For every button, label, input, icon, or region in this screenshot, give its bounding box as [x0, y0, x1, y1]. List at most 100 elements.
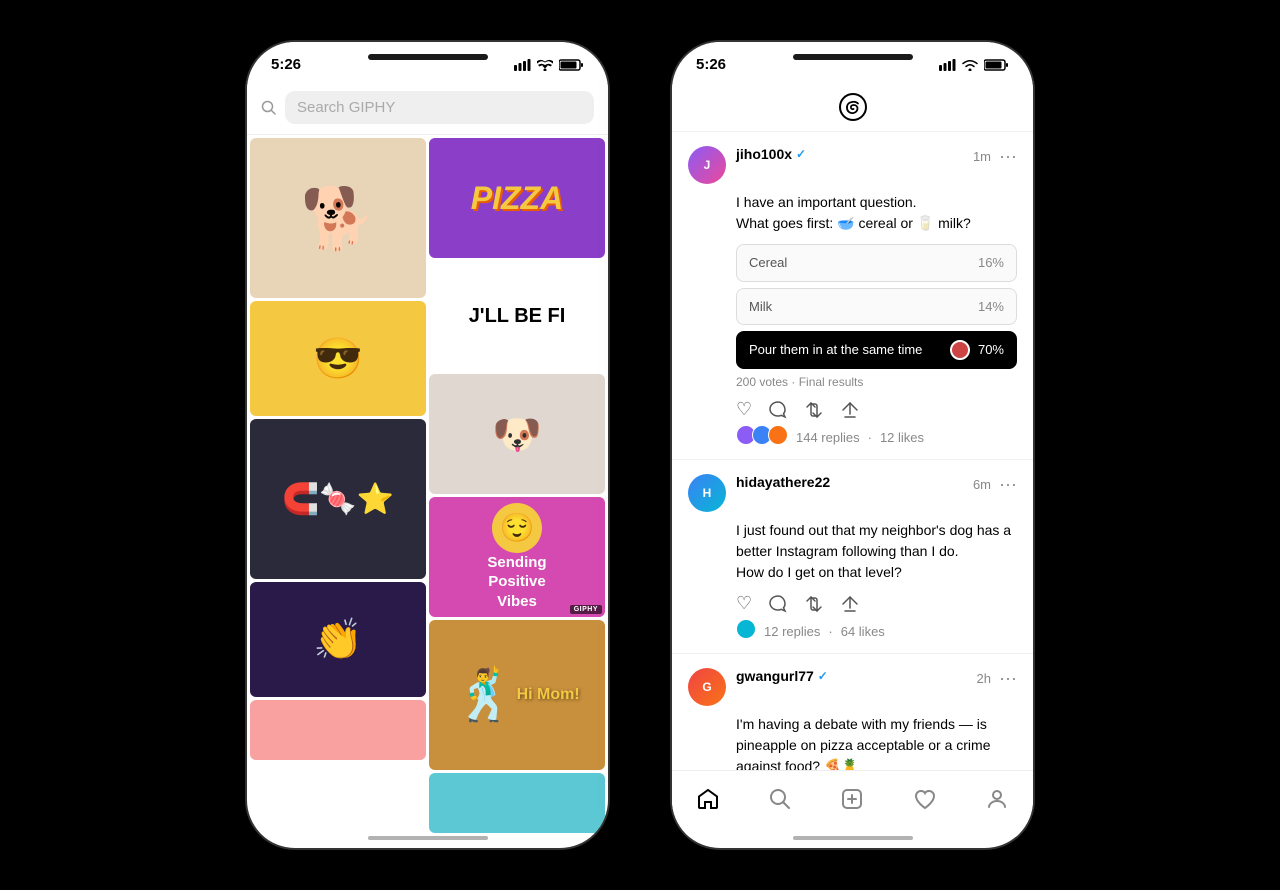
gif-pizza[interactable]: PIZZA	[429, 138, 605, 258]
threads-status-time: 5:26	[696, 56, 726, 73]
nav-profile[interactable]	[973, 781, 1021, 817]
jll-text: J'LL BE FI	[469, 305, 566, 328]
comment-button-hidaya[interactable]	[768, 594, 788, 614]
verified-jiho: ✓	[796, 147, 806, 161]
repost-button-jiho[interactable]	[804, 400, 824, 420]
post-gwang-header: G gwangurl77 ✓ 2h ···	[688, 668, 1017, 706]
giphy-phone: 5:26	[245, 40, 610, 850]
giphy-status-icons	[514, 59, 584, 71]
giphy-status-time: 5:26	[271, 56, 301, 73]
poll-option-both[interactable]: Pour them in at the same time 70%	[736, 331, 1017, 369]
notch	[368, 54, 488, 60]
giphy-search-bar[interactable]: Search GIPHY	[247, 81, 608, 135]
like-button-jiho[interactable]: ♡	[736, 399, 752, 420]
more-jiho[interactable]: ···	[999, 146, 1017, 167]
post-jiho-header: J jiho100x ✓ 1m ···	[688, 146, 1017, 184]
threads-phone: 5:26	[670, 40, 1035, 850]
vibes-text: SendingPositiveVibes	[487, 553, 546, 612]
gif-grid: 🐕 😎 🧲🍬⭐ 👏 PIZZA J'LL BE	[247, 135, 608, 850]
gif-column-1: 🐕 😎 🧲🍬⭐ 👏	[250, 138, 426, 850]
threads-home-indicator	[793, 836, 913, 840]
girl-image: 😎	[313, 335, 363, 382]
threads-status-icons	[939, 59, 1009, 71]
comment-button-jiho[interactable]	[768, 400, 788, 420]
himom-text: Hi Mom!	[517, 686, 580, 704]
nav-search[interactable]	[756, 781, 804, 817]
username-hidaya: hidayathere22	[736, 474, 830, 490]
post-jiho-stats: 144 replies · 12 likes	[796, 430, 924, 445]
username-gwang: gwangurl77 ✓	[736, 668, 828, 684]
poll-options: Cereal 16% Milk 14% Pour them in at the …	[736, 244, 1017, 369]
poll-option-cereal[interactable]: Cereal 16%	[736, 244, 1017, 282]
post-hidaya-actions: ♡	[736, 593, 1017, 614]
signal-icon	[514, 59, 531, 71]
share-button-jiho[interactable]	[840, 400, 860, 420]
threads-header	[672, 81, 1033, 132]
post-hidaya: H hidayathere22 6m ··· I just fo	[672, 460, 1033, 654]
post-hidaya-body: I just found out that my neighbor's dog …	[736, 520, 1017, 583]
gif-bottom2[interactable]	[429, 773, 605, 833]
gif-woman[interactable]: 👏	[250, 582, 426, 697]
nav-home[interactable]	[684, 781, 732, 817]
post-jiho-body: I have an important question. What goes …	[736, 192, 1017, 369]
post-gwang-meta: gwangurl77 ✓ 2h ···	[736, 668, 1017, 689]
threads-status-bar: 5:26	[672, 42, 1033, 81]
search-placeholder: Search GIPHY	[297, 99, 395, 116]
threads-feed: J jiho100x ✓ 1m ···	[672, 132, 1033, 770]
repost-button-hidaya[interactable]	[804, 594, 824, 614]
avatar-gwang: G	[688, 668, 726, 706]
post-hidaya-header: H hidayathere22 6m ···	[688, 474, 1017, 512]
threads-notch	[793, 54, 913, 60]
pizza-text: PIZZA	[471, 180, 563, 217]
time-jiho: 1m	[973, 149, 991, 164]
man-image: 🕺	[454, 666, 516, 725]
gif-bottom1[interactable]	[250, 700, 426, 760]
threads-content: J jiho100x ✓ 1m ···	[672, 81, 1033, 837]
username-jiho: jiho100x ✓	[736, 146, 806, 162]
woman-image: 👏	[313, 616, 363, 663]
gif-magnets[interactable]: 🧲🍬⭐	[250, 419, 426, 579]
gif-jll[interactable]: J'LL BE FI	[429, 261, 605, 371]
magnets-image: 🧲🍬⭐	[282, 482, 394, 517]
more-gwang[interactable]: ···	[999, 668, 1017, 689]
time-hidaya: 6m	[973, 477, 991, 492]
gif-column-2: PIZZA J'LL BE FI 🐶 😌 SendingPositiveVibe…	[429, 138, 605, 850]
share-button-hidaya[interactable]	[840, 594, 860, 614]
dog-image: 🐕	[301, 183, 376, 254]
post-hidaya-meta: hidayathere22 6m ···	[736, 474, 1017, 495]
threads-signal-icon	[939, 59, 956, 71]
poll-meta: 200 votes · Final results	[736, 375, 1017, 389]
nav-heart[interactable]	[901, 781, 949, 817]
post-hidaya-stats: 12 replies · 64 likes	[764, 624, 885, 639]
more-hidaya[interactable]: ···	[999, 474, 1017, 495]
post-jiho-meta: jiho100x ✓ 1m ···	[736, 146, 1017, 167]
post-jiho: J jiho100x ✓ 1m ···	[672, 132, 1033, 460]
gif-vibes[interactable]: 😌 SendingPositiveVibes GIPHY	[429, 497, 605, 617]
home-indicator	[368, 836, 488, 840]
wifi-icon	[537, 59, 553, 71]
gif-girl[interactable]: 😎	[250, 301, 426, 416]
avatar-jiho: J	[688, 146, 726, 184]
emoji-face: 😌	[492, 503, 542, 553]
post-gwang-body: I'm having a debate with my friends — is…	[736, 714, 1017, 770]
gif-himom[interactable]: 🕺 Hi Mom!	[429, 620, 605, 770]
battery-icon	[559, 59, 584, 71]
pom-image: 🐶	[492, 411, 542, 458]
search-icon	[261, 100, 277, 116]
threads-logo	[837, 91, 869, 123]
threads-wifi-icon	[962, 59, 978, 71]
bottom-nav	[672, 770, 1033, 837]
poll-option-milk[interactable]: Milk 14%	[736, 288, 1017, 326]
scene: 5:26	[0, 0, 1280, 890]
giphy-status-bar: 5:26	[247, 42, 608, 81]
search-input[interactable]: Search GIPHY	[285, 91, 594, 124]
threads-battery-icon	[984, 59, 1009, 71]
nav-compose[interactable]	[828, 781, 876, 817]
post-gwang: G gwangurl77 ✓ 2h ···	[672, 654, 1033, 770]
verified-gwang: ✓	[818, 669, 828, 683]
time-gwang: 2h	[977, 671, 991, 686]
like-button-hidaya[interactable]: ♡	[736, 593, 752, 614]
gif-pom[interactable]: 🐶	[429, 374, 605, 494]
gif-dog[interactable]: 🐕	[250, 138, 426, 298]
giphy-watermark: GIPHY	[570, 605, 602, 614]
